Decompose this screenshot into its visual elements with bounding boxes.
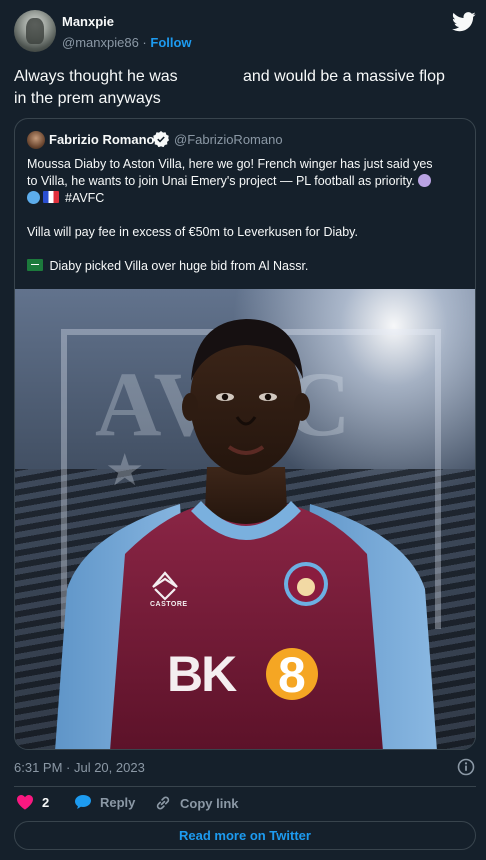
saudi-flag-icon — [27, 259, 43, 271]
embedded-tweet-card: Manxpie @manxpie86 · Follow Always thoug… — [0, 0, 486, 860]
twitter-bird-icon[interactable] — [452, 12, 476, 32]
tweet-text-line-1a: Always thought he was — [14, 68, 178, 85]
quoted-author-name[interactable]: Fabrizio Romano — [49, 132, 154, 147]
blue-circle-icon — [27, 191, 40, 204]
tweet-text-line-2: in the prem anyways — [14, 90, 161, 107]
link-icon — [156, 796, 170, 810]
svg-text:BK: BK — [167, 646, 237, 702]
kit-maker-text: CASTORE — [150, 601, 188, 608]
footballer-figure: BK 8 — [55, 319, 437, 749]
quoted-text-line-emoji-row: to Villa, he wants to join Unai Emery's … — [27, 173, 467, 190]
purple-circle-icon — [418, 174, 432, 187]
heart-icon — [17, 795, 33, 810]
reply-bubble-icon — [75, 795, 91, 809]
reply-label: Reply — [100, 794, 136, 810]
like-button[interactable]: 2 — [16, 794, 49, 810]
tweet-timestamp[interactable]: 6:31 PM · Jul 20, 2023 — [14, 760, 145, 775]
quoted-tweet-text: Moussa Diaby to Aston Villa, here we go!… — [27, 156, 467, 275]
copy-link-button[interactable]: Copy link — [154, 794, 239, 812]
info-icon[interactable] — [457, 758, 475, 776]
author-avatar[interactable] — [14, 10, 56, 52]
tweet-text-line-1b: and would be a massive flop — [243, 68, 445, 85]
quoted-text-line-flag-row: Diaby picked Villa over huge bid from Al… — [27, 258, 467, 275]
quoted-tweet-photo[interactable]: AVFC ★ — [15, 289, 475, 749]
quoted-tweet[interactable]: Fabrizio Romano @FabrizioRomano Moussa D… — [14, 118, 476, 750]
handle-separator: · — [142, 35, 147, 50]
quoted-text-blank — [27, 207, 467, 224]
quoted-author-avatar[interactable] — [27, 131, 45, 149]
quoted-author-handle[interactable]: @FabrizioRomano — [174, 132, 283, 147]
author-handle[interactable]: @manxpie86 — [62, 35, 139, 50]
divider — [14, 786, 476, 787]
author-handle-row: @manxpie86 · Follow — [62, 35, 192, 50]
quoted-text-line: Villa will pay fee in excess of €50m to … — [27, 225, 358, 239]
hashtag-avfc[interactable]: #AVFC — [65, 191, 104, 205]
svg-text:8: 8 — [278, 647, 306, 703]
like-count: 2 — [42, 794, 50, 810]
france-flag-icon — [43, 191, 60, 203]
follow-button[interactable]: Follow — [150, 35, 191, 50]
verified-badge-icon — [153, 131, 169, 147]
author-name[interactable]: Manxpie — [62, 14, 114, 29]
reply-button[interactable]: Reply — [74, 794, 135, 810]
copy-link-label: Copy link — [180, 795, 239, 811]
quoted-text-line-hashtag-row: #AVFC — [27, 190, 467, 207]
quoted-text-line: Moussa Diaby to Aston Villa, here we go!… — [27, 157, 433, 171]
read-more-button[interactable]: Read more on Twitter — [14, 821, 476, 850]
quoted-text-blank — [27, 241, 467, 258]
